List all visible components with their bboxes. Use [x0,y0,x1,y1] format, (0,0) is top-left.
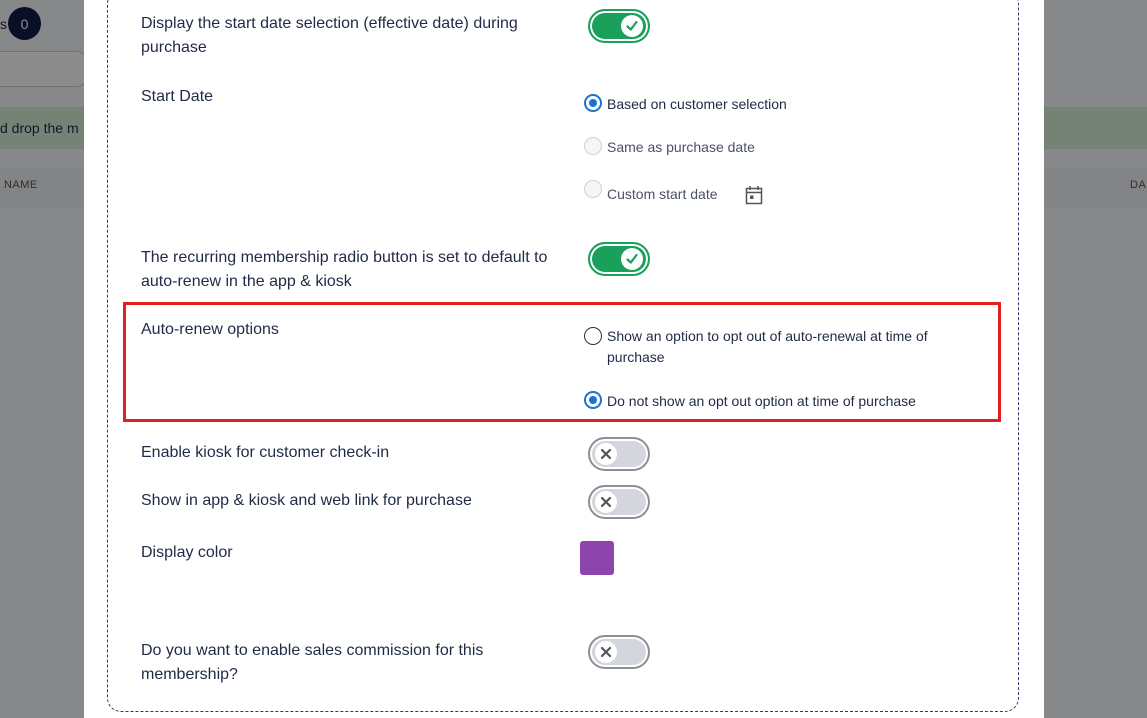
radio-unselected-icon[interactable] [584,327,602,345]
sales-commission-label: Do you want to enable sales commission f… [141,642,484,683]
kiosk-checkin-label: Enable kiosk for customer check-in [141,444,390,461]
start-date-option-purchase[interactable]: Same as purchase date [584,137,755,158]
check-icon [621,248,643,270]
close-icon [595,641,617,663]
start-date-label: Start Date [141,88,214,105]
auto-renew-option-opt-out[interactable]: Show an option to opt out of auto-renewa… [584,326,979,368]
auto-renew-label: Auto-renew options [141,321,279,338]
start-date-option-custom[interactable]: Custom start date [584,180,718,205]
auto-renew-option-no-opt-out[interactable]: Do not show an opt out option at time of… [584,391,916,412]
close-icon [595,443,617,465]
display-start-date-label: Display the start date selection (effect… [141,15,518,56]
radio-unselected-icon[interactable] [584,180,602,198]
recurring-default-toggle[interactable] [588,242,650,276]
recurring-default-label: The recurring membership radio button is… [141,249,548,290]
radio-selected-icon[interactable] [584,391,602,409]
show-in-app-label: Show in app & kiosk and web link for pur… [141,492,472,509]
start-date-option-customer[interactable]: Based on customer selection [584,94,787,115]
close-icon [595,491,617,513]
color-swatch[interactable] [580,541,614,575]
radio-unselected-icon[interactable] [584,137,602,155]
display-start-date-toggle[interactable] [588,9,650,43]
check-icon [621,15,643,37]
kiosk-checkin-toggle[interactable] [588,437,650,471]
calendar-icon[interactable] [745,185,763,210]
display-color-label: Display color [141,544,233,561]
radio-selected-icon[interactable] [584,94,602,112]
show-in-app-toggle[interactable] [588,485,650,519]
sales-commission-toggle[interactable] [588,635,650,669]
